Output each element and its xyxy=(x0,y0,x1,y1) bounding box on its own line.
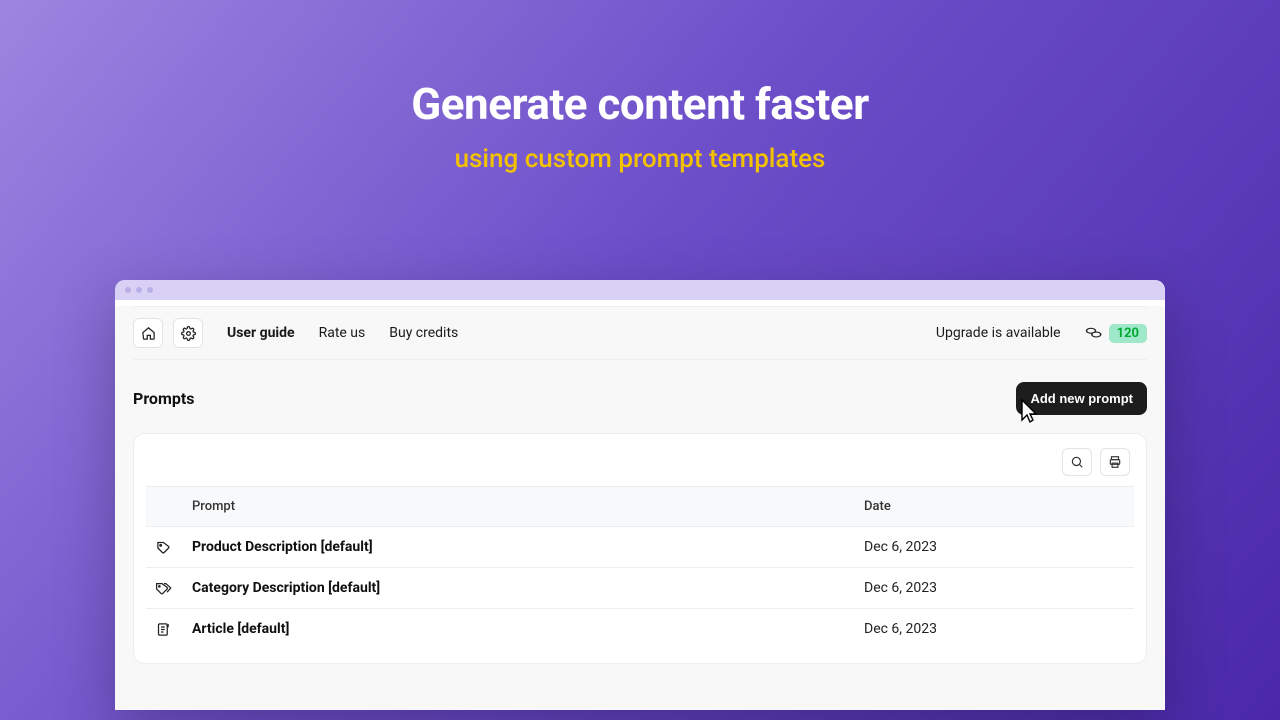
nav-rate-us[interactable]: Rate us xyxy=(319,325,366,341)
settings-button[interactable] xyxy=(173,318,203,348)
prompt-name: Article [default] xyxy=(182,609,854,650)
hero: Generate content faster using custom pro… xyxy=(0,0,1280,174)
hero-subtitle: using custom prompt templates xyxy=(0,144,1280,174)
print-icon xyxy=(1108,455,1122,469)
window-titlebar xyxy=(115,280,1165,300)
credits-badge: 120 xyxy=(1109,324,1147,343)
hero-title: Generate content faster xyxy=(0,78,1280,130)
article-icon xyxy=(156,622,172,637)
window-dot xyxy=(136,287,142,293)
upgrade-link[interactable]: Upgrade is available xyxy=(936,325,1061,341)
page-title: Prompts xyxy=(133,389,194,408)
col-header-prompt[interactable]: Prompt xyxy=(182,487,854,527)
prompts-table: Prompt Date Product Description [default… xyxy=(146,486,1134,649)
prompt-date: Dec 6, 2023 xyxy=(854,568,1134,609)
window-dot xyxy=(125,287,131,293)
prompt-date: Dec 6, 2023 xyxy=(854,527,1134,568)
home-button[interactable] xyxy=(133,318,163,348)
app-window: User guide Rate us Buy credits Upgrade i… xyxy=(115,280,1165,710)
print-button[interactable] xyxy=(1100,448,1130,476)
cursor-icon xyxy=(1016,398,1040,426)
prompt-name: Product Description [default] xyxy=(182,527,854,568)
table-row[interactable]: Product Description [default]Dec 6, 2023 xyxy=(146,527,1134,568)
table-row[interactable]: Category Description [default]Dec 6, 202… xyxy=(146,568,1134,609)
search-icon xyxy=(1070,455,1084,469)
credits-display: 120 xyxy=(1085,324,1147,343)
col-header-date[interactable]: Date xyxy=(854,487,1134,527)
prompts-card: Prompt Date Product Description [default… xyxy=(133,433,1147,664)
coins-icon xyxy=(1085,326,1103,340)
top-nav: User guide Rate us Buy credits Upgrade i… xyxy=(133,306,1147,360)
search-button[interactable] xyxy=(1062,448,1092,476)
window-dot xyxy=(147,287,153,293)
nav-user-guide[interactable]: User guide xyxy=(227,325,295,341)
tags-icon xyxy=(156,581,172,596)
prompt-date: Dec 6, 2023 xyxy=(854,609,1134,650)
table-row[interactable]: Article [default]Dec 6, 2023 xyxy=(146,609,1134,650)
gear-icon xyxy=(181,326,196,341)
nav-buy-credits[interactable]: Buy credits xyxy=(389,325,458,341)
prompt-name: Category Description [default] xyxy=(182,568,854,609)
home-icon xyxy=(141,326,156,341)
tag-icon xyxy=(156,540,172,555)
